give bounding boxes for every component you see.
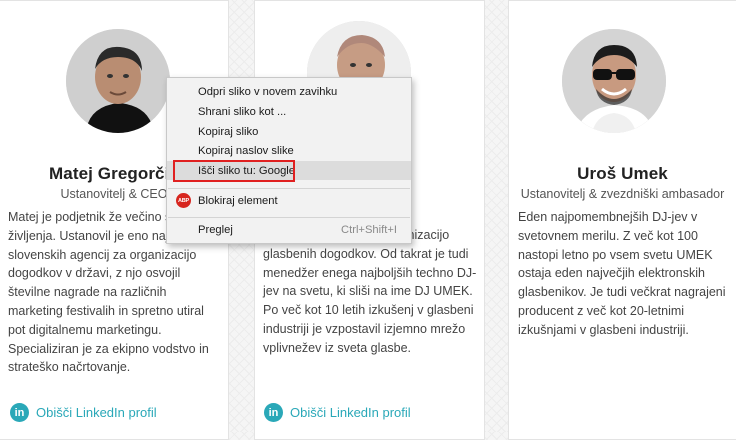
menu-item-block-element[interactable]: ABP Blokiraj element	[167, 191, 411, 210]
menu-item-search-image-google[interactable]: Išči sliko tu: Google	[167, 161, 411, 180]
menu-item-copy-image-address[interactable]: Kopiraj naslov slike	[167, 141, 411, 160]
avatar-uros[interactable]	[562, 29, 666, 133]
member-name: Uroš Umek	[577, 164, 668, 183]
menu-item-label: Odpri sliko v novem zavihku	[198, 85, 338, 98]
menu-item-label: Shrani sliko kot ...	[198, 105, 287, 118]
menu-item-label: Išči sliko tu: Google	[198, 164, 296, 177]
linkedin-link-label[interactable]: Obišči LinkedIn profil	[290, 405, 411, 420]
member-bio: ustanovil agencijo za organizacijo glasb…	[263, 228, 477, 355]
member-role: Ustanovitelj & zvezdniški ambasador	[520, 187, 725, 201]
menu-item-label: Preglej	[198, 223, 233, 236]
menu-item-open-image-new-tab[interactable]: Odpri sliko v novem zavihku	[167, 82, 411, 101]
menu-item-copy-image[interactable]: Kopiraj sliko	[167, 122, 411, 141]
linkedin-link[interactable]: in Obišči LinkedIn profil	[10, 403, 157, 422]
menu-item-shortcut: Ctrl+Shift+I	[341, 223, 397, 236]
team-card-uros: Uroš Umek Ustanovitelj & zvezdniški amba…	[508, 0, 736, 440]
avatar-matej[interactable]	[66, 29, 170, 133]
adblock-plus-icon: ABP	[176, 193, 191, 208]
menu-separator	[168, 188, 410, 189]
linkedin-link-label[interactable]: Obišči LinkedIn profil	[36, 405, 157, 420]
menu-item-save-image-as[interactable]: Shrani sliko kot ...	[167, 102, 411, 121]
member-bio: Eden najpomembnejših DJ-jev v svetovnem …	[518, 210, 726, 337]
menu-separator	[168, 217, 410, 218]
menu-item-label: Kopiraj sliko	[198, 125, 259, 138]
linkedin-link[interactable]: in Obišči LinkedIn profil	[264, 403, 411, 422]
menu-item-inspect[interactable]: Preglej Ctrl+Shift+I	[167, 220, 411, 239]
context-menu: Odpri sliko v novem zavihku Shrani sliko…	[166, 77, 412, 244]
menu-item-label: Kopiraj naslov slike	[198, 144, 294, 157]
linkedin-icon: in	[264, 403, 283, 422]
menu-item-label: Blokiraj element	[198, 194, 278, 207]
linkedin-icon: in	[10, 403, 29, 422]
